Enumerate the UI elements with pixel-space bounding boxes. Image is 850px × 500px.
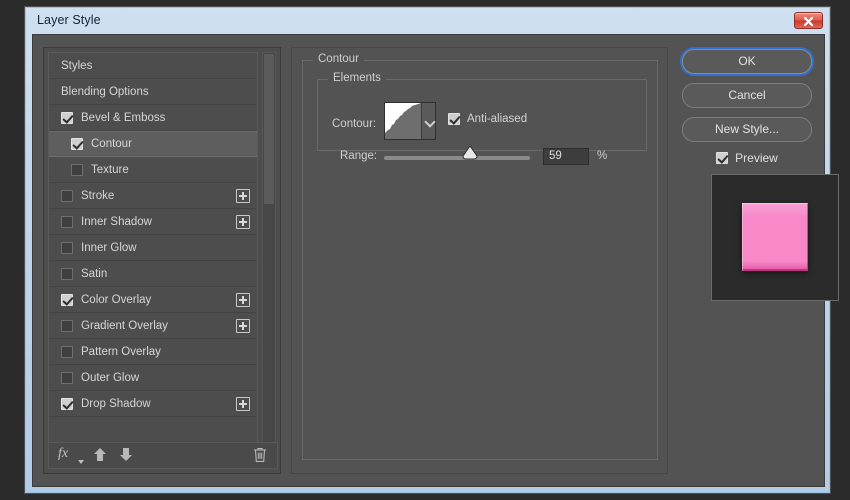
- stroke-checkbox[interactable]: [61, 190, 73, 202]
- add-stroke-button[interactable]: [236, 189, 250, 203]
- styles-list-item-blending-options[interactable]: Blending Options: [49, 79, 257, 105]
- window-title: Layer Style: [37, 13, 101, 27]
- inner-shadow-checkbox[interactable]: [61, 216, 73, 228]
- texture-checkbox[interactable]: [71, 164, 83, 176]
- styles-list-item-contour[interactable]: Contour: [49, 131, 257, 157]
- styles-list-item-texture[interactable]: Texture: [49, 157, 257, 183]
- trash-icon[interactable]: [253, 447, 267, 468]
- styles-list-item-drop-shadow[interactable]: Drop Shadow: [49, 391, 257, 417]
- styles-list-item-styles[interactable]: Styles: [49, 53, 257, 79]
- range-unit-label: %: [597, 150, 607, 162]
- close-x-icon: [803, 16, 814, 27]
- satin-checkbox[interactable]: [61, 268, 73, 280]
- contour-checkbox[interactable]: [71, 138, 83, 150]
- preview-label: Preview: [735, 151, 778, 165]
- contour-preset-dropdown[interactable]: [384, 102, 436, 140]
- styles-list[interactable]: Styles Blending Options Bevel & Emboss C…: [48, 52, 258, 444]
- contour-curve-thumbnail: [385, 103, 421, 139]
- preview-swatch: [742, 203, 808, 271]
- drop-shadow-checkbox[interactable]: [61, 398, 73, 410]
- layer-style-window: Layer Style Styles Blending Options: [25, 7, 830, 493]
- styles-list-item-pattern-overlay[interactable]: Pattern Overlay: [49, 339, 257, 365]
- new-style-button[interactable]: New Style...: [682, 117, 812, 142]
- desktop-background: Layer Style Styles Blending Options: [0, 0, 850, 500]
- fx-dropdown-caret-icon[interactable]: [78, 460, 84, 464]
- list-item-label: Satin: [81, 268, 107, 280]
- add-gradient-overlay-button[interactable]: [236, 319, 250, 333]
- layer-style-dialog: Styles Blending Options Bevel & Emboss C…: [32, 34, 825, 487]
- close-button[interactable]: [794, 12, 823, 29]
- elements-group-title: Elements: [328, 72, 386, 84]
- gradient-overlay-checkbox[interactable]: [61, 320, 73, 332]
- add-drop-shadow-button[interactable]: [236, 397, 250, 411]
- range-field-label: Range:: [340, 150, 377, 162]
- window-titlebar[interactable]: Layer Style: [26, 8, 829, 34]
- pattern-overlay-checkbox[interactable]: [61, 346, 73, 358]
- styles-list-item-bevel-emboss[interactable]: Bevel & Emboss: [49, 105, 257, 131]
- styles-list-item-gradient-overlay[interactable]: Gradient Overlay: [49, 313, 257, 339]
- arrow-up-icon[interactable]: [93, 447, 107, 467]
- elements-groupbox: Elements Contour:: [317, 79, 647, 151]
- arrow-down-icon[interactable]: [119, 447, 133, 467]
- list-item-label: Color Overlay: [81, 294, 151, 306]
- outer-glow-checkbox[interactable]: [61, 372, 73, 384]
- anti-aliased-checkbox[interactable]: [448, 113, 460, 125]
- contour-field-label: Contour:: [332, 118, 376, 130]
- styles-list-item-inner-shadow[interactable]: Inner Shadow: [49, 209, 257, 235]
- contour-groupbox: Contour Elements Contour:: [302, 60, 658, 460]
- cancel-button[interactable]: Cancel: [682, 83, 812, 108]
- inner-glow-checkbox[interactable]: [61, 242, 73, 254]
- ok-button[interactable]: OK: [682, 49, 812, 74]
- styles-list-toolbar: fx: [48, 442, 278, 469]
- contour-options-panel: Contour Elements Contour:: [291, 47, 668, 474]
- chevron-down-icon[interactable]: [421, 103, 435, 139]
- fx-icon[interactable]: fx: [58, 446, 68, 462]
- add-inner-shadow-button[interactable]: [236, 215, 250, 229]
- list-item-label: Drop Shadow: [81, 398, 151, 410]
- list-item-label: Texture: [91, 164, 129, 176]
- list-item-label: Pattern Overlay: [81, 346, 161, 358]
- scrollbar-thumb[interactable]: [264, 54, 274, 204]
- bevel-emboss-checkbox[interactable]: [61, 112, 73, 124]
- styles-panel: Styles Blending Options Bevel & Emboss C…: [43, 47, 281, 474]
- color-overlay-checkbox[interactable]: [61, 294, 73, 306]
- preview-checkbox[interactable]: [716, 152, 728, 164]
- contour-group-title: Contour: [313, 53, 364, 65]
- styles-list-item-outer-glow[interactable]: Outer Glow: [49, 365, 257, 391]
- list-item-label: Stroke: [81, 190, 114, 202]
- list-item-label: Inner Shadow: [81, 216, 152, 228]
- list-item-label: Outer Glow: [81, 372, 139, 384]
- list-item-label: Inner Glow: [81, 242, 137, 254]
- preview-option[interactable]: Preview: [678, 151, 816, 165]
- list-item-label: Styles: [61, 60, 92, 72]
- list-item-label: Contour: [91, 138, 132, 150]
- styles-list-item-stroke[interactable]: Stroke: [49, 183, 257, 209]
- list-item-label: Gradient Overlay: [81, 320, 168, 332]
- anti-aliased-label: Anti-aliased: [467, 113, 527, 125]
- preview-thumbnail: [711, 174, 839, 301]
- list-item-label: Bevel & Emboss: [81, 112, 165, 124]
- anti-aliased-option[interactable]: Anti-aliased: [448, 113, 527, 125]
- range-value-input[interactable]: 59: [543, 148, 589, 165]
- range-slider-thumb[interactable]: [462, 146, 478, 160]
- list-item-label: Blending Options: [61, 86, 149, 98]
- styles-list-item-color-overlay[interactable]: Color Overlay: [49, 287, 257, 313]
- range-slider[interactable]: [384, 156, 530, 160]
- styles-list-scrollbar[interactable]: [262, 52, 276, 444]
- dialog-actions-panel: OK Cancel New Style... Preview: [678, 47, 816, 474]
- styles-list-item-inner-glow[interactable]: Inner Glow: [49, 235, 257, 261]
- styles-list-item-satin[interactable]: Satin: [49, 261, 257, 287]
- add-color-overlay-button[interactable]: [236, 293, 250, 307]
